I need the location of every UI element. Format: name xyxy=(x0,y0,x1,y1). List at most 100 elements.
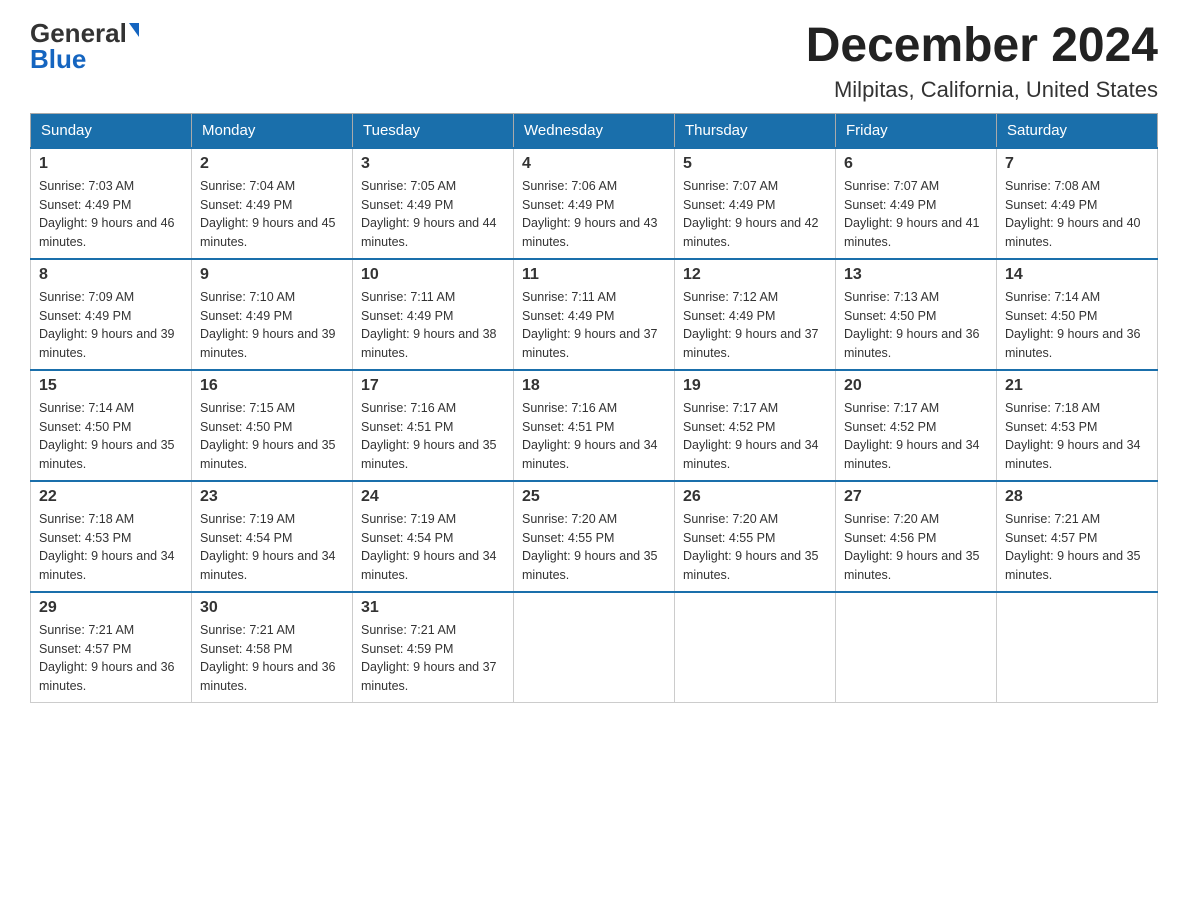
day-number: 16 xyxy=(200,377,344,395)
calendar-day-cell: 4 Sunrise: 7:06 AMSunset: 4:49 PMDayligh… xyxy=(514,148,675,259)
calendar-week-row: 29 Sunrise: 7:21 AMSunset: 4:57 PMDaylig… xyxy=(31,592,1158,703)
calendar-day-cell: 3 Sunrise: 7:05 AMSunset: 4:49 PMDayligh… xyxy=(353,148,514,259)
calendar-subtitle: Milpitas, California, United States xyxy=(806,77,1158,103)
calendar-day-cell: 29 Sunrise: 7:21 AMSunset: 4:57 PMDaylig… xyxy=(31,592,192,703)
calendar-day-cell: 30 Sunrise: 7:21 AMSunset: 4:58 PMDaylig… xyxy=(192,592,353,703)
day-number: 24 xyxy=(361,488,505,506)
logo-general: General xyxy=(30,20,127,46)
day-info: Sunrise: 7:18 AMSunset: 4:53 PMDaylight:… xyxy=(39,512,175,582)
day-info: Sunrise: 7:11 AMSunset: 4:49 PMDaylight:… xyxy=(522,290,658,360)
day-info: Sunrise: 7:14 AMSunset: 4:50 PMDaylight:… xyxy=(1005,290,1141,360)
day-info: Sunrise: 7:14 AMSunset: 4:50 PMDaylight:… xyxy=(39,401,175,471)
day-number: 5 xyxy=(683,155,827,173)
day-info: Sunrise: 7:15 AMSunset: 4:50 PMDaylight:… xyxy=(200,401,336,471)
calendar-day-cell: 2 Sunrise: 7:04 AMSunset: 4:49 PMDayligh… xyxy=(192,148,353,259)
calendar-header-row: SundayMondayTuesdayWednesdayThursdayFrid… xyxy=(31,113,1158,148)
day-info: Sunrise: 7:16 AMSunset: 4:51 PMDaylight:… xyxy=(361,401,497,471)
calendar-header-friday: Friday xyxy=(836,113,997,148)
calendar-day-cell: 31 Sunrise: 7:21 AMSunset: 4:59 PMDaylig… xyxy=(353,592,514,703)
calendar-week-row: 1 Sunrise: 7:03 AMSunset: 4:49 PMDayligh… xyxy=(31,148,1158,259)
day-info: Sunrise: 7:20 AMSunset: 4:55 PMDaylight:… xyxy=(683,512,819,582)
day-info: Sunrise: 7:13 AMSunset: 4:50 PMDaylight:… xyxy=(844,290,980,360)
day-number: 25 xyxy=(522,488,666,506)
calendar-week-row: 15 Sunrise: 7:14 AMSunset: 4:50 PMDaylig… xyxy=(31,370,1158,481)
calendar-day-cell: 25 Sunrise: 7:20 AMSunset: 4:55 PMDaylig… xyxy=(514,481,675,592)
day-info: Sunrise: 7:04 AMSunset: 4:49 PMDaylight:… xyxy=(200,179,336,249)
day-number: 15 xyxy=(39,377,183,395)
title-block: December 2024 Milpitas, California, Unit… xyxy=(806,20,1158,103)
page-header: General Blue December 2024 Milpitas, Cal… xyxy=(30,20,1158,103)
day-number: 30 xyxy=(200,599,344,617)
day-number: 26 xyxy=(683,488,827,506)
day-info: Sunrise: 7:19 AMSunset: 4:54 PMDaylight:… xyxy=(200,512,336,582)
day-number: 27 xyxy=(844,488,988,506)
calendar-week-row: 8 Sunrise: 7:09 AMSunset: 4:49 PMDayligh… xyxy=(31,259,1158,370)
calendar-day-cell: 1 Sunrise: 7:03 AMSunset: 4:49 PMDayligh… xyxy=(31,148,192,259)
calendar-day-cell: 14 Sunrise: 7:14 AMSunset: 4:50 PMDaylig… xyxy=(997,259,1158,370)
day-number: 11 xyxy=(522,266,666,284)
calendar-day-cell xyxy=(675,592,836,703)
calendar-header-wednesday: Wednesday xyxy=(514,113,675,148)
day-info: Sunrise: 7:21 AMSunset: 4:58 PMDaylight:… xyxy=(200,623,336,693)
day-number: 3 xyxy=(361,155,505,173)
calendar-day-cell: 26 Sunrise: 7:20 AMSunset: 4:55 PMDaylig… xyxy=(675,481,836,592)
logo: General Blue xyxy=(30,20,139,72)
calendar-header-sunday: Sunday xyxy=(31,113,192,148)
calendar-day-cell: 23 Sunrise: 7:19 AMSunset: 4:54 PMDaylig… xyxy=(192,481,353,592)
day-number: 31 xyxy=(361,599,505,617)
day-info: Sunrise: 7:12 AMSunset: 4:49 PMDaylight:… xyxy=(683,290,819,360)
day-info: Sunrise: 7:08 AMSunset: 4:49 PMDaylight:… xyxy=(1005,179,1141,249)
day-number: 6 xyxy=(844,155,988,173)
day-info: Sunrise: 7:10 AMSunset: 4:49 PMDaylight:… xyxy=(200,290,336,360)
calendar-header-monday: Monday xyxy=(192,113,353,148)
logo-blue: Blue xyxy=(30,46,86,72)
calendar-day-cell: 24 Sunrise: 7:19 AMSunset: 4:54 PMDaylig… xyxy=(353,481,514,592)
day-info: Sunrise: 7:20 AMSunset: 4:55 PMDaylight:… xyxy=(522,512,658,582)
calendar-day-cell: 19 Sunrise: 7:17 AMSunset: 4:52 PMDaylig… xyxy=(675,370,836,481)
calendar-day-cell: 28 Sunrise: 7:21 AMSunset: 4:57 PMDaylig… xyxy=(997,481,1158,592)
day-info: Sunrise: 7:05 AMSunset: 4:49 PMDaylight:… xyxy=(361,179,497,249)
calendar-day-cell: 6 Sunrise: 7:07 AMSunset: 4:49 PMDayligh… xyxy=(836,148,997,259)
calendar-day-cell: 10 Sunrise: 7:11 AMSunset: 4:49 PMDaylig… xyxy=(353,259,514,370)
calendar-day-cell: 12 Sunrise: 7:12 AMSunset: 4:49 PMDaylig… xyxy=(675,259,836,370)
calendar-week-row: 22 Sunrise: 7:18 AMSunset: 4:53 PMDaylig… xyxy=(31,481,1158,592)
calendar-header-tuesday: Tuesday xyxy=(353,113,514,148)
day-number: 19 xyxy=(683,377,827,395)
calendar-day-cell: 17 Sunrise: 7:16 AMSunset: 4:51 PMDaylig… xyxy=(353,370,514,481)
day-number: 7 xyxy=(1005,155,1149,173)
day-number: 8 xyxy=(39,266,183,284)
logo-triangle-icon xyxy=(129,23,139,37)
calendar-header-thursday: Thursday xyxy=(675,113,836,148)
day-info: Sunrise: 7:17 AMSunset: 4:52 PMDaylight:… xyxy=(844,401,980,471)
day-info: Sunrise: 7:21 AMSunset: 4:57 PMDaylight:… xyxy=(39,623,175,693)
calendar-day-cell xyxy=(514,592,675,703)
calendar-day-cell xyxy=(997,592,1158,703)
calendar-table: SundayMondayTuesdayWednesdayThursdayFrid… xyxy=(30,113,1158,703)
calendar-day-cell: 18 Sunrise: 7:16 AMSunset: 4:51 PMDaylig… xyxy=(514,370,675,481)
day-number: 28 xyxy=(1005,488,1149,506)
calendar-day-cell: 5 Sunrise: 7:07 AMSunset: 4:49 PMDayligh… xyxy=(675,148,836,259)
day-number: 13 xyxy=(844,266,988,284)
calendar-day-cell: 16 Sunrise: 7:15 AMSunset: 4:50 PMDaylig… xyxy=(192,370,353,481)
day-info: Sunrise: 7:19 AMSunset: 4:54 PMDaylight:… xyxy=(361,512,497,582)
day-number: 4 xyxy=(522,155,666,173)
day-number: 9 xyxy=(200,266,344,284)
day-info: Sunrise: 7:18 AMSunset: 4:53 PMDaylight:… xyxy=(1005,401,1141,471)
day-info: Sunrise: 7:07 AMSunset: 4:49 PMDaylight:… xyxy=(683,179,819,249)
day-number: 1 xyxy=(39,155,183,173)
calendar-day-cell: 27 Sunrise: 7:20 AMSunset: 4:56 PMDaylig… xyxy=(836,481,997,592)
day-info: Sunrise: 7:11 AMSunset: 4:49 PMDaylight:… xyxy=(361,290,497,360)
calendar-day-cell: 7 Sunrise: 7:08 AMSunset: 4:49 PMDayligh… xyxy=(997,148,1158,259)
day-info: Sunrise: 7:17 AMSunset: 4:52 PMDaylight:… xyxy=(683,401,819,471)
day-number: 22 xyxy=(39,488,183,506)
day-info: Sunrise: 7:16 AMSunset: 4:51 PMDaylight:… xyxy=(522,401,658,471)
day-number: 2 xyxy=(200,155,344,173)
day-number: 14 xyxy=(1005,266,1149,284)
day-number: 18 xyxy=(522,377,666,395)
calendar-day-cell: 11 Sunrise: 7:11 AMSunset: 4:49 PMDaylig… xyxy=(514,259,675,370)
day-number: 23 xyxy=(200,488,344,506)
day-number: 10 xyxy=(361,266,505,284)
day-info: Sunrise: 7:07 AMSunset: 4:49 PMDaylight:… xyxy=(844,179,980,249)
day-number: 20 xyxy=(844,377,988,395)
day-info: Sunrise: 7:20 AMSunset: 4:56 PMDaylight:… xyxy=(844,512,980,582)
